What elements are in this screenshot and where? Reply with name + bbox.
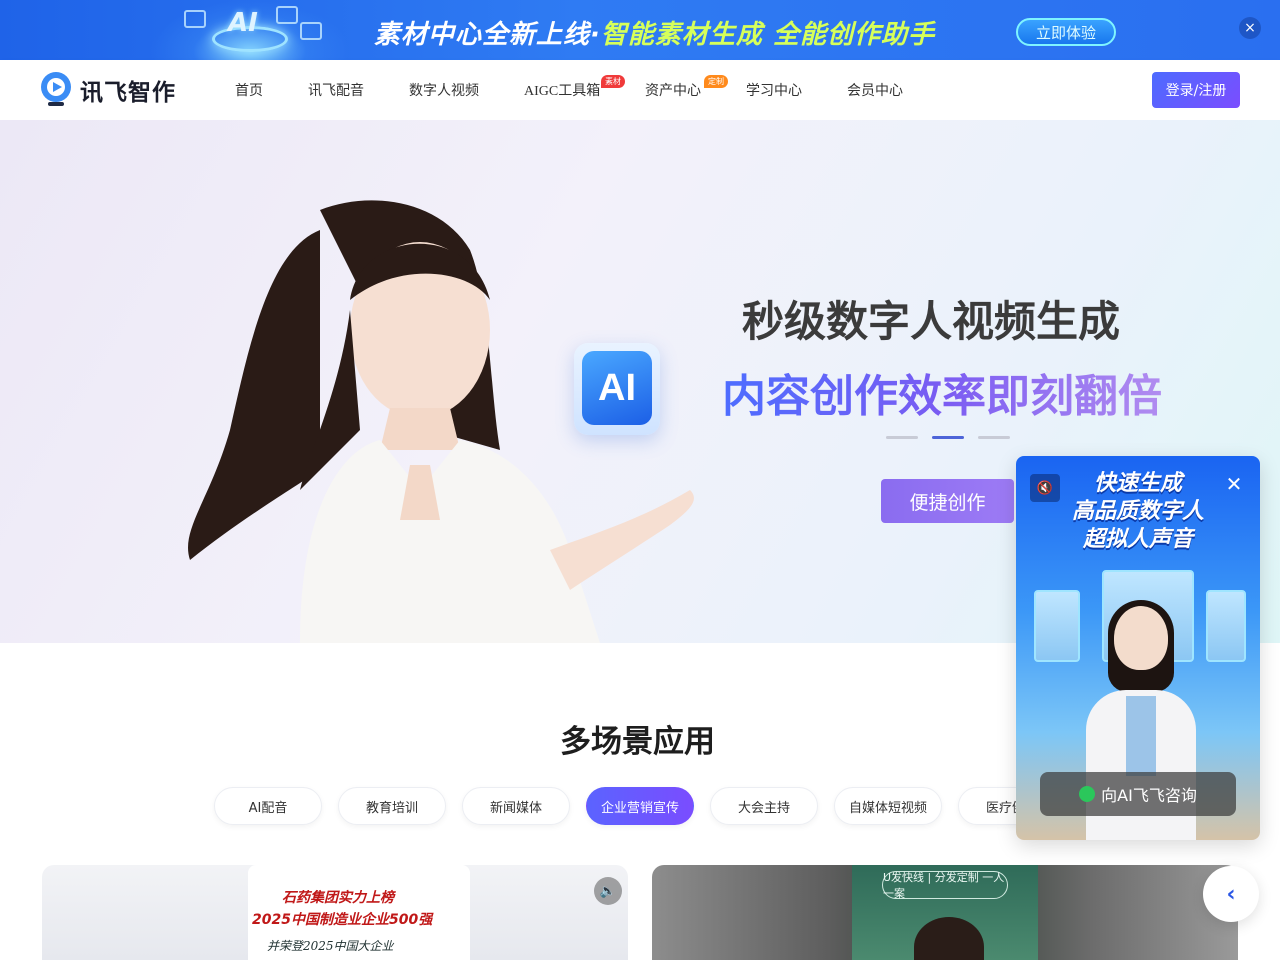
scene-tab-ai-voice[interactable]: AI配音 (214, 787, 322, 825)
floating-headline: 快速生成 高品质数字人 超拟人声音 (1071, 471, 1204, 552)
card-left-line3: 并荣登2025中国大企业 (267, 939, 394, 953)
nav-badge-material: 素材 (601, 75, 625, 88)
video-card-left[interactable]: 石药集团实力上榜 2025中国制造业企业500强 并荣登2025中国大企业 🔈 (42, 865, 628, 960)
carousel-dot-active[interactable] (932, 436, 964, 439)
hero-subtitle: 内容创作效率即刻翻倍 (722, 360, 1162, 424)
nav-aigc-label: AIGC工具箱 (524, 84, 601, 99)
mute-icon[interactable]: 🔈 (594, 877, 622, 905)
scene-tab-education[interactable]: 教育培训 (338, 787, 446, 825)
video-card-right[interactable]: U发快线 | 分发定制 一人一案 (652, 865, 1238, 960)
nav-assets[interactable]: 资产中心 定制 (645, 75, 728, 100)
nav-assets-label: 资产中心 (645, 84, 701, 99)
scene-tab-enterprise-marketing[interactable]: 企业营销宣传 (586, 787, 694, 825)
carousel-dot[interactable] (886, 436, 918, 439)
promo-ai-text: AI (228, 8, 258, 38)
nav-home[interactable]: 首页 (235, 80, 263, 100)
promo-ai-illustration: AI (150, 0, 350, 60)
top-navbar: 讯飞智作 首页 讯飞配音 数字人视频 AIGC工具箱 素材 资产中心 定制 学习… (0, 60, 1280, 120)
nav-membership[interactable]: 会员中心 (847, 80, 903, 100)
nav-voice[interactable]: 讯飞配音 (308, 80, 364, 100)
card-left-line1: 石药集团实力上榜 (282, 890, 394, 906)
chevron-left-icon[interactable]: ‹ (1203, 866, 1259, 922)
nav-badge-custom: 定制 (704, 75, 728, 88)
section-title: 多场景应用 (560, 724, 715, 760)
logo-mark-icon (38, 70, 74, 110)
nav-learning[interactable]: 学习中心 (746, 80, 802, 100)
video-icon (300, 22, 322, 40)
chat-icon (1079, 786, 1096, 802)
floating-assistant-panel[interactable]: 快速生成 高品质数字人 超拟人声音 🔇 ✕ 向AI飞飞咨询 (1016, 456, 1260, 840)
card-right-sign-text: U发快线 | 分发定制 一人一案 (882, 871, 1008, 900)
consult-label: 向AI飞飞咨询 (1101, 786, 1197, 805)
close-icon[interactable]: ✕ (1222, 472, 1246, 496)
consult-ai-button[interactable]: 向AI飞飞咨询 (1040, 772, 1236, 816)
speaker-mute-icon[interactable]: 🔇 (1030, 474, 1060, 502)
promo-title: 素材中心全新上线·智能素材生成 全能创作助手 (374, 20, 935, 50)
promo-try-button[interactable]: 立即体验 (1016, 18, 1116, 46)
nav-digital-human[interactable]: 数字人视频 (409, 80, 479, 100)
promo-banner[interactable]: AI 素材中心全新上线·智能素材生成 全能创作助手 立即体验 × (0, 0, 1280, 60)
image-icon (276, 6, 298, 24)
hero-title: 秒级数字人视频生成 (742, 297, 1121, 346)
carousel-indicators (886, 436, 1010, 439)
login-register-button[interactable]: 登录/注册 (1152, 72, 1240, 108)
ai-cube-icon: AI (574, 343, 660, 435)
quick-create-button[interactable]: 便捷创作 (881, 479, 1014, 523)
scene-tab-news-media[interactable]: 新闻媒体 (462, 787, 570, 825)
carousel-dot[interactable] (978, 436, 1010, 439)
scene-tab-self-media[interactable]: 自媒体短视频 (834, 787, 942, 825)
close-icon[interactable]: × (1239, 17, 1261, 39)
card-left-line2: 2025中国制造业企业500强 (252, 912, 433, 928)
logo[interactable]: 讯飞智作 (38, 70, 176, 110)
logo-text: 讯飞智作 (80, 80, 176, 106)
chart-icon (184, 10, 206, 28)
nav-aigc-toolbox[interactable]: AIGC工具箱 素材 (524, 75, 625, 100)
scene-tab-conference-host[interactable]: 大会主持 (710, 787, 818, 825)
